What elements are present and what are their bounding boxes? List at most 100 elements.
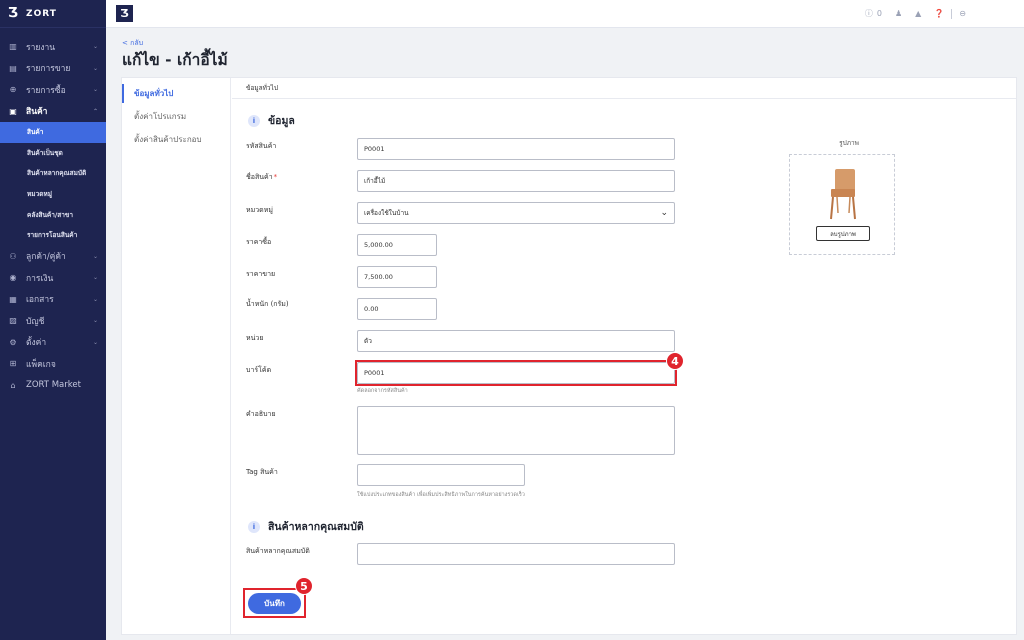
sidebar-item-purchases[interactable]: ⊕ รายการซื้อ ⌄ bbox=[0, 79, 106, 101]
sidebar-subitem-categories[interactable]: หมวดหมู่ bbox=[0, 184, 106, 205]
chevron-down-icon: ⌄ bbox=[92, 295, 98, 303]
brand-name: ZORT bbox=[26, 8, 57, 19]
sidebar-item-label: เอกสาร bbox=[26, 295, 54, 306]
coin-icon: ⓘ bbox=[864, 9, 873, 18]
sidebar: Ʒ ZORT ▥ รายงาน ⌄ ▤ รายการขาย ⌄ ⊕ รายการ… bbox=[0, 0, 106, 640]
chevron-down-icon: ⌄ bbox=[92, 338, 98, 346]
sidebar-item-package[interactable]: ⊞ แพ็คเกจ bbox=[0, 353, 106, 375]
sidebar-item-accounting[interactable]: ▨ บัญชี ⌄ bbox=[0, 310, 106, 332]
step-badge: 5 bbox=[295, 577, 313, 595]
store-icon: ⌂ bbox=[10, 380, 16, 390]
sidebar-item-label: ลูกค้า/คู่ค้า bbox=[26, 252, 66, 263]
sidebar-item-market[interactable]: ⌂ ZORT Market bbox=[0, 375, 106, 397]
cart-icon: ⊕ bbox=[9, 85, 17, 95]
barcode-label: บาร์โค้ด bbox=[246, 366, 272, 374]
product-name-input[interactable]: เก้าอี้ไม้ bbox=[357, 170, 675, 192]
required-mark: * bbox=[273, 173, 278, 181]
ledger-icon: ▨ bbox=[9, 316, 17, 326]
sidebar-item-sales[interactable]: ▤ รายการขาย ⌄ bbox=[0, 58, 106, 80]
barcode-highlight bbox=[355, 360, 677, 386]
sidebar-item-settings[interactable]: ⚙ ตั้งค่า ⌄ bbox=[0, 332, 106, 354]
divider bbox=[951, 8, 953, 19]
sidebar-item-label: แพ็คเกจ bbox=[26, 359, 56, 370]
delete-image-button[interactable]: ลบรูปภาพ bbox=[816, 226, 870, 241]
sidebar-item-label: การเงิน bbox=[26, 273, 54, 284]
chevron-down-icon: ⌄ bbox=[92, 317, 98, 325]
chevron-down-icon: ⌄ bbox=[92, 64, 98, 72]
chart-icon: ▥ bbox=[9, 42, 17, 52]
buy-price-input[interactable]: 5,000.00 bbox=[357, 234, 437, 256]
info-heading-text: ข้อมูล bbox=[268, 115, 295, 127]
top-actions: ⓘ 0 ♟ ▲ ❓ ⊖ bbox=[865, 8, 966, 19]
category-selected-value: เครื่องใช้ในบ้าน bbox=[364, 209, 409, 217]
zort-logo-icon[interactable]: Ʒ bbox=[116, 5, 133, 22]
account-icon[interactable]: ⊖ bbox=[959, 9, 966, 18]
page-title: แก้ไข - เก้าอี้ไม้ bbox=[122, 51, 228, 69]
money-icon: ◉ bbox=[9, 273, 17, 283]
sidebar-item-label: บัญชี bbox=[26, 316, 45, 327]
sidebar-nav: ▥ รายงาน ⌄ ▤ รายการขาย ⌄ ⊕ รายการซื้อ ⌄ … bbox=[0, 28, 106, 396]
variant-heading-text: สินค้าหลากคุณสมบัติ bbox=[268, 521, 364, 533]
save-button[interactable]: บันทึก bbox=[248, 593, 301, 614]
weight-input[interactable]: 0.00 bbox=[357, 298, 437, 320]
chevron-down-icon: ⌄ bbox=[92, 43, 98, 51]
sidebar-item-products[interactable]: ▣ สินค้า ⌃ bbox=[0, 101, 106, 123]
users-icon: ⚇ bbox=[9, 251, 17, 261]
barcode-hint: คัดลอกจากรหัสสินค้า bbox=[357, 388, 408, 394]
sell-price-label: ราคาขาย bbox=[246, 270, 276, 278]
sidebar-subitem-bundles[interactable]: สินค้าเป็นชุด bbox=[0, 143, 106, 164]
chevron-down-icon: ⌄ bbox=[92, 274, 98, 282]
tag-input[interactable] bbox=[357, 464, 525, 486]
sidebar-item-documents[interactable]: ▦ เอกสาร ⌄ bbox=[0, 289, 106, 311]
category-select[interactable]: เครื่องใช้ในบ้าน ⌄ bbox=[357, 202, 675, 224]
document-icon: ▦ bbox=[9, 294, 17, 304]
tab-general[interactable]: ข้อมูลทั่วไป bbox=[122, 82, 230, 105]
receipt-icon: ▤ bbox=[9, 63, 17, 73]
tag-hint: ใช้แบ่งประเภทของสินค้า เพื่อเพิ่มประสิทธ… bbox=[357, 492, 525, 498]
help-icon[interactable]: ❓ bbox=[934, 9, 944, 18]
bell-icon[interactable]: ▲ bbox=[915, 9, 921, 18]
sidebar-item-label: ตั้งค่า bbox=[26, 338, 47, 349]
step-badge: 4 bbox=[666, 352, 684, 370]
sidebar-item-contacts[interactable]: ⚇ ลูกค้า/คู่ค้า ⌄ bbox=[0, 246, 106, 268]
sku-input[interactable]: P0001 bbox=[357, 138, 675, 160]
sku-label: รหัสสินค้า bbox=[246, 142, 277, 150]
description-label: คำอธิบาย bbox=[246, 410, 276, 418]
chevron-down-icon: ⌄ bbox=[92, 86, 98, 94]
sidebar-item-reports[interactable]: ▥ รายงาน ⌄ bbox=[0, 36, 106, 58]
notification-count: 0 bbox=[876, 9, 882, 18]
product-name-label: ชื่อสินค้า* bbox=[246, 172, 277, 183]
chevron-down-icon: ⌄ bbox=[660, 208, 668, 218]
description-textarea[interactable] bbox=[357, 406, 675, 455]
gear-icon: ⚙ bbox=[9, 337, 17, 347]
weight-label: น้ำหนัก (กรัม) bbox=[246, 300, 289, 308]
info-heading: i ข้อมูล bbox=[248, 112, 295, 129]
tag-label: Tag สินค้า bbox=[246, 468, 278, 476]
brand[interactable]: Ʒ ZORT bbox=[0, 0, 106, 28]
sidebar-subitem-warehouses[interactable]: คลังสินค้า/สาขา bbox=[0, 204, 106, 225]
sell-price-input[interactable]: 7,500.00 bbox=[357, 266, 437, 288]
tab-program-settings[interactable]: ตั้งค่าโปรแกรม bbox=[122, 105, 230, 128]
image-dropzone[interactable]: ลบรูปภาพ bbox=[789, 154, 895, 255]
notification-counter[interactable]: ⓘ 0 bbox=[865, 8, 882, 19]
variant-heading: i สินค้าหลากคุณสมบัติ bbox=[248, 518, 364, 535]
box-icon: ▣ bbox=[9, 106, 17, 116]
variant-input[interactable] bbox=[357, 543, 675, 565]
sidebar-item-finance[interactable]: ◉ การเงิน ⌄ bbox=[0, 267, 106, 289]
top-bar: Ʒ ⓘ 0 ♟ ▲ ❓ ⊖ bbox=[106, 0, 1024, 28]
sidebar-item-label: รายการขาย bbox=[26, 64, 71, 75]
zort-logo-icon: Ʒ bbox=[8, 6, 19, 21]
info-icon: i bbox=[248, 114, 260, 127]
tab-component-settings[interactable]: ตั้งค่าสินค้าประกอบ bbox=[122, 128, 230, 151]
form-content: ข้อมูลทั่วไป i ข้อมูล รหัสสินค้า P0001 ช… bbox=[232, 78, 1016, 634]
category-label: หมวดหมู่ bbox=[246, 206, 273, 214]
image-title: รูปภาพ bbox=[839, 139, 859, 147]
unit-input[interactable]: ตัว bbox=[357, 330, 675, 352]
variant-label: สินค้าหลากคุณสมบัติ bbox=[246, 547, 310, 555]
sidebar-subitem-variants[interactable]: สินค้าหลากคุณสมบัติ bbox=[0, 163, 106, 184]
buy-price-label: ราคาซื้อ bbox=[246, 238, 272, 246]
user-icon[interactable]: ♟ bbox=[895, 9, 902, 18]
sidebar-subitem-transfers[interactable]: รายการโอนสินค้า bbox=[0, 225, 106, 246]
sidebar-item-label: รายงาน bbox=[26, 42, 56, 53]
sidebar-subitem-products[interactable]: สินค้า bbox=[0, 122, 106, 143]
